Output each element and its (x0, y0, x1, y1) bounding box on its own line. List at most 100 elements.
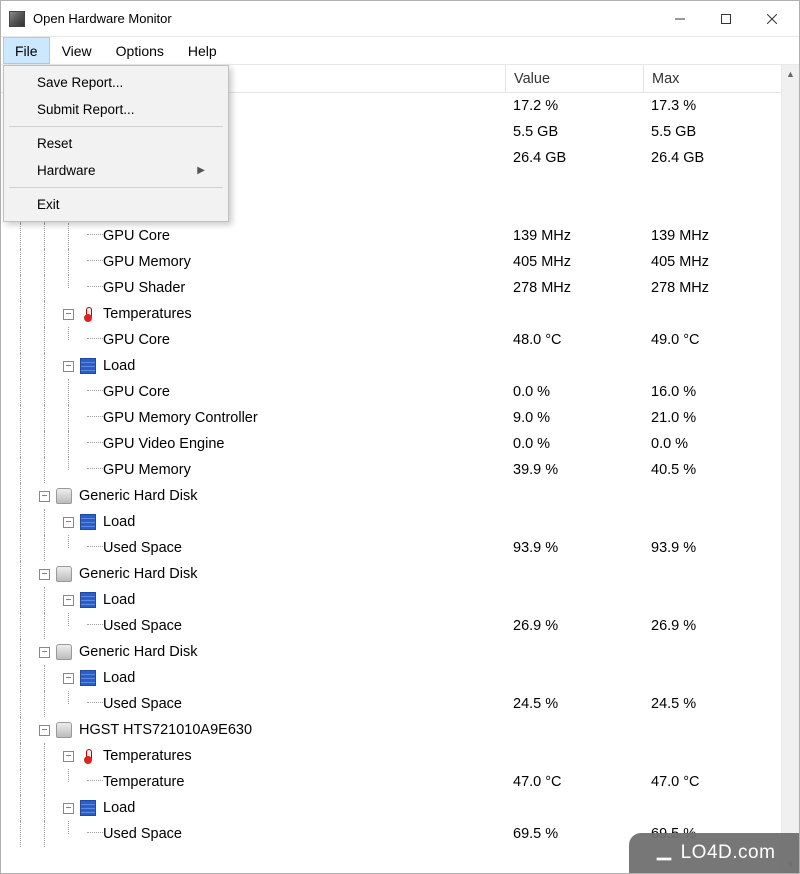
row-max: 24.5 % (643, 696, 781, 712)
tree-row[interactable]: Temperature47.0 °C47.0 °C (1, 769, 781, 795)
file-exit[interactable]: Exit (7, 191, 225, 218)
row-label: Load (103, 592, 135, 608)
tree-row[interactable]: GPU Core48.0 °C49.0 °C (1, 327, 781, 353)
watermark-text: LO4D.com (681, 842, 776, 864)
tree-row[interactable]: GPU Memory39.9 %40.5 % (1, 457, 781, 483)
tree-toggle[interactable]: − (63, 309, 74, 320)
menu-view[interactable]: View (50, 37, 104, 64)
tree-row[interactable]: GPU Shader278 MHz278 MHz (1, 275, 781, 301)
row-max: 21.0 % (643, 410, 781, 426)
tree-row[interactable]: Used Space 24.5 %24.5 % (1, 691, 781, 717)
row-max: 17.3 % (643, 98, 781, 114)
row-value: 278 MHz (505, 280, 643, 296)
tree-row[interactable]: GPU Core0.0 %16.0 % (1, 379, 781, 405)
file-reset[interactable]: Reset (7, 130, 225, 157)
row-value: 93.9 % (505, 540, 643, 556)
tree-toggle[interactable]: − (39, 569, 50, 580)
close-icon (767, 14, 777, 24)
window-controls (657, 3, 795, 35)
vertical-scrollbar[interactable]: ▲ ▼ (781, 65, 799, 873)
row-value: 26.9 % (505, 618, 643, 634)
tree-row[interactable]: − Load (1, 509, 781, 535)
row-value: 405 MHz (505, 254, 643, 270)
row-value: 9.0 % (505, 410, 643, 426)
window: Open Hardware Monitor File View Options … (0, 0, 800, 874)
tree-row[interactable]: Used Space 26.9 %26.9 % (1, 613, 781, 639)
tree-toggle[interactable]: − (63, 751, 74, 762)
row-value: 24.5 % (505, 696, 643, 712)
row-max: 47.0 °C (643, 774, 781, 790)
tree-toggle[interactable]: − (63, 803, 74, 814)
tree-row[interactable]: −Load (1, 353, 781, 379)
header-max[interactable]: Max (643, 65, 781, 92)
disk-icon (56, 566, 72, 582)
minimize-button[interactable] (657, 3, 703, 35)
tree-row[interactable]: Used Space93.9 %93.9 % (1, 535, 781, 561)
file-submit-report[interactable]: Submit Report... (7, 96, 225, 123)
tree-row[interactable]: − Load (1, 587, 781, 613)
load-icon (80, 800, 96, 816)
tree-row[interactable]: − Generic Hard Disk (1, 639, 781, 665)
tree-toggle[interactable]: − (63, 361, 74, 372)
tree-row[interactable]: GPU Video Engine0.0 %0.0 % (1, 431, 781, 457)
row-label: Generic Hard Disk (79, 644, 197, 660)
menu-separator (9, 126, 223, 127)
tree-toggle[interactable]: − (39, 725, 50, 736)
menu-file[interactable]: File (3, 37, 50, 64)
tree-row[interactable]: GPU Memory Controller 9.0 %21.0 % (1, 405, 781, 431)
row-value: 48.0 °C (505, 332, 643, 348)
menu-help[interactable]: Help (176, 37, 229, 64)
menu-label: Submit Report... (37, 102, 135, 117)
tree-row[interactable]: − Load (1, 795, 781, 821)
row-value: 17.2 % (505, 98, 643, 114)
close-button[interactable] (749, 3, 795, 35)
row-label: GPU Core (103, 332, 170, 348)
row-max: 40.5 % (643, 462, 781, 478)
row-label: Load (103, 514, 135, 530)
menu-label: Reset (37, 136, 72, 151)
row-value: 5.5 GB (505, 124, 643, 140)
row-value: 69.5 % (505, 826, 643, 842)
row-label: GPU Shader (103, 280, 185, 296)
load-icon (80, 670, 96, 686)
row-label: Load (103, 670, 135, 686)
row-max: 16.0 % (643, 384, 781, 400)
maximize-icon (721, 14, 731, 24)
tree-row[interactable]: −Temperatures (1, 301, 781, 327)
tree-row[interactable]: GPU Core139 MHz139 MHz (1, 223, 781, 249)
load-icon (80, 514, 96, 530)
file-save-report[interactable]: Save Report... (7, 69, 225, 96)
tree-row[interactable]: −Generic Hard Disk (1, 561, 781, 587)
menu-label: Save Report... (37, 75, 123, 90)
file-hardware[interactable]: Hardware ▶ (7, 157, 225, 184)
row-label: Generic Hard Disk (79, 488, 197, 504)
row-label: GPU Memory Controller (103, 410, 258, 426)
scroll-up-icon[interactable]: ▲ (782, 65, 799, 83)
menubar: File View Options Help Save Report... Su… (1, 37, 799, 65)
row-label: Used Space (103, 696, 182, 712)
maximize-button[interactable] (703, 3, 749, 35)
row-max: 26.9 % (643, 618, 781, 634)
row-label: Load (103, 800, 135, 816)
tree-toggle[interactable]: − (39, 491, 50, 502)
tree-toggle[interactable]: − (63, 517, 74, 528)
tree-row[interactable]: −Temperatures (1, 743, 781, 769)
temp-icon (80, 748, 96, 764)
row-label: Used Space (103, 618, 182, 634)
tree-row[interactable]: − HGST HTS721010A9E630 (1, 717, 781, 743)
row-label: HGST HTS721010A9E630 (79, 722, 252, 738)
menu-options[interactable]: Options (104, 37, 176, 64)
temp-icon (80, 306, 96, 322)
row-label: GPU Video Engine (103, 436, 224, 452)
row-value: 39.9 % (505, 462, 643, 478)
window-title: Open Hardware Monitor (33, 11, 657, 26)
download-icon (653, 842, 675, 864)
tree-row[interactable]: − Load (1, 665, 781, 691)
tree-toggle[interactable]: − (39, 647, 50, 658)
row-max: 139 MHz (643, 228, 781, 244)
tree-row[interactable]: − Generic Hard Disk (1, 483, 781, 509)
tree-toggle[interactable]: − (63, 595, 74, 606)
tree-toggle[interactable]: − (63, 673, 74, 684)
tree-row[interactable]: GPU Memory405 MHz405 MHz (1, 249, 781, 275)
header-value[interactable]: Value (505, 65, 643, 92)
